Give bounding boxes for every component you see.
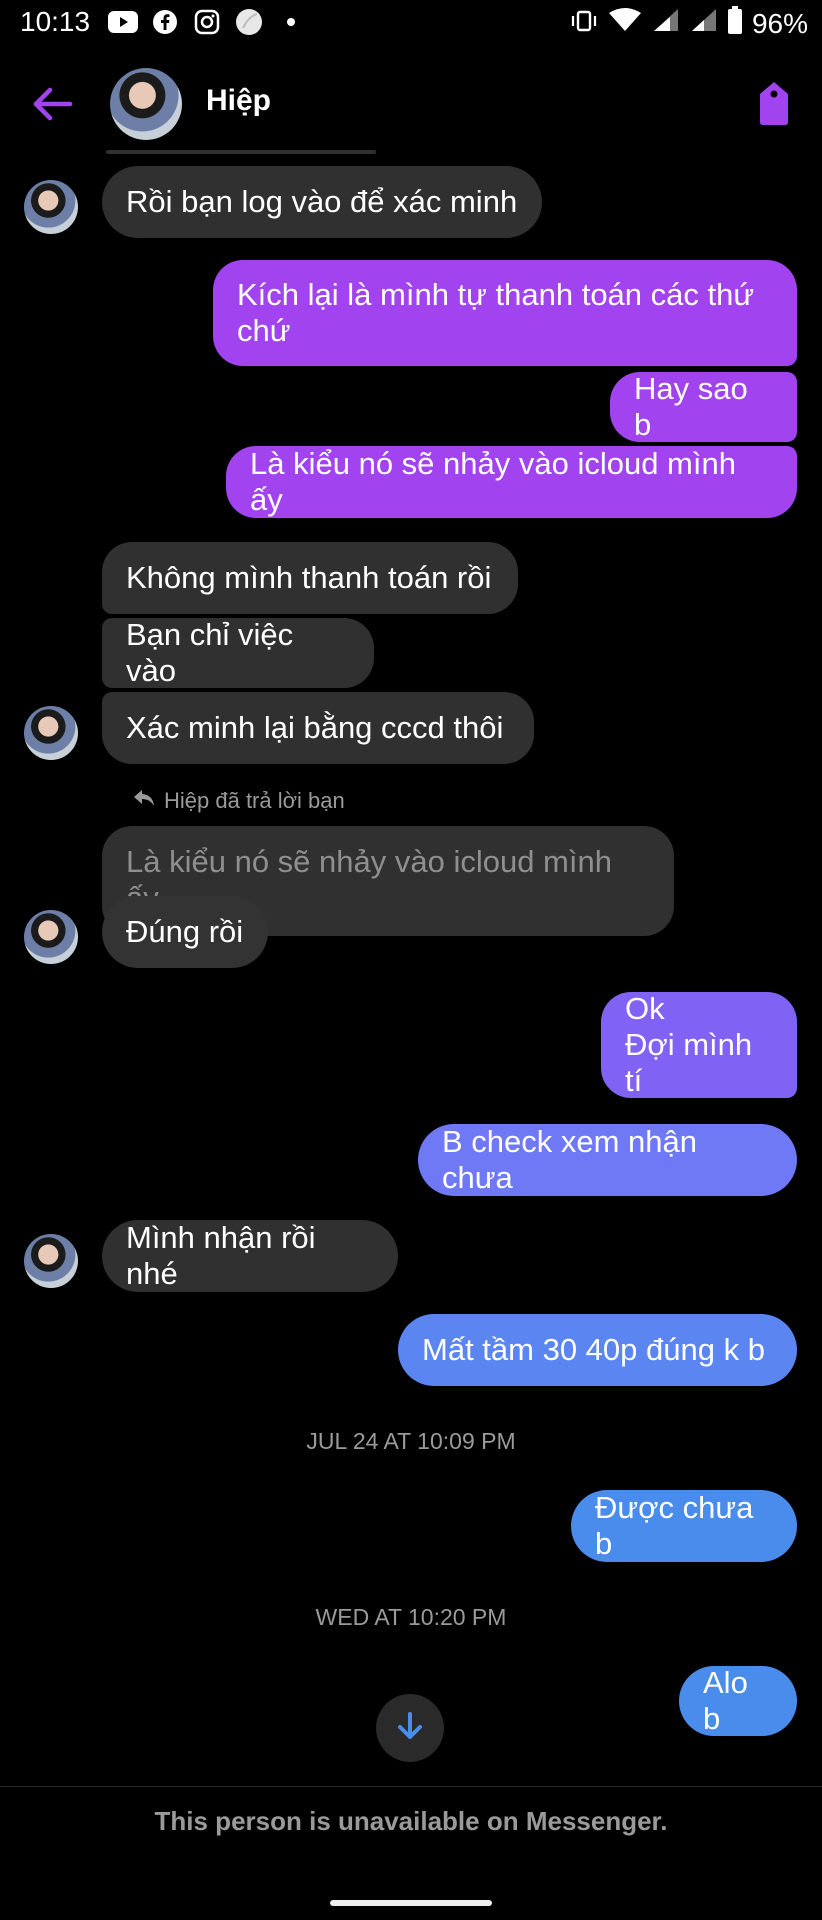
arrow-down-icon: [396, 1711, 424, 1746]
message-text: Kích lại là mình tự thanh toán các thứ c…: [237, 277, 755, 348]
wifi-icon: [608, 7, 642, 40]
message-text: Ok Đợi mình tí: [625, 991, 753, 1098]
message-bubble[interactable]: Bạn chỉ việc vào: [102, 617, 374, 688]
messenger-bubble-icon: [234, 9, 264, 35]
message-bubble[interactable]: Không mình thanh toán rồi: [102, 542, 518, 614]
notification-dot-icon: [276, 9, 306, 35]
status-bar: 10:13 96%: [0, 0, 822, 44]
message-text: Hay sao b: [634, 371, 748, 442]
footer-divider: [0, 1786, 822, 1787]
reply-label-text: Hiệp đã trả lời bạn: [164, 788, 345, 813]
back-arrow-icon[interactable]: [30, 82, 74, 126]
message-text: B check xem nhận chưa: [442, 1124, 698, 1195]
contact-avatar[interactable]: [110, 68, 182, 140]
sender-avatar[interactable]: [24, 1234, 78, 1288]
battery-icon: [727, 6, 742, 41]
message-bubble[interactable]: Alo b: [679, 1665, 797, 1736]
message-text: Xác minh lại bằng cccd thôi: [126, 710, 504, 745]
scroll-down-button[interactable]: [376, 1694, 444, 1762]
message-text: Alo b: [703, 1665, 748, 1736]
message-bubble[interactable]: Hay sao b: [610, 371, 797, 442]
partial-bubble-edge: [106, 150, 376, 154]
reply-arrow-icon: [132, 788, 156, 814]
message-bubble[interactable]: Kích lại là mình tự thanh toán các thứ c…: [213, 260, 797, 366]
message-bubble[interactable]: B check xem nhận chưa: [418, 1124, 797, 1196]
message-text: Mình nhận rồi nhé: [126, 1220, 316, 1291]
tag-icon[interactable]: [756, 80, 792, 126]
battery-percent: 96%: [751, 7, 808, 39]
message-text: Đúng rồi: [126, 914, 244, 949]
youtube-icon: [108, 9, 138, 35]
message-bubble[interactable]: Mình nhận rồi nhé: [102, 1220, 398, 1292]
reply-label: Hiệp đã trả lời bạn: [132, 788, 345, 814]
sender-avatar[interactable]: [24, 910, 78, 964]
message-bubble[interactable]: Rồi bạn log vào để xác minh: [102, 166, 542, 238]
message-text: Không mình thanh toán rồi: [126, 560, 492, 595]
status-app-icons: [108, 8, 306, 36]
unavailable-notice: This person is unavailable on Messenger.: [154, 1806, 668, 1836]
status-time: 10:13: [20, 6, 91, 37]
message-text: Là kiểu nó sẽ nhảy vào icloud mình ấy: [250, 446, 736, 517]
sender-avatar[interactable]: [24, 180, 78, 234]
vibrate-icon: [570, 8, 598, 40]
signal-icon: [652, 7, 680, 40]
facebook-icon: [150, 9, 180, 35]
chat-header: Hiệp: [0, 60, 822, 146]
message-bubble[interactable]: Mất tầm 30 40p đúng k b: [398, 1314, 797, 1386]
message-text: Rồi bạn log vào để xác minh: [126, 184, 518, 219]
home-indicator[interactable]: [330, 1900, 492, 1906]
message-text: Mất tầm 30 40p đúng k b: [422, 1332, 765, 1367]
timestamp: JUL 24 AT 10:09 PM: [306, 1428, 516, 1454]
message-bubble[interactable]: Là kiểu nó sẽ nhảy vào icloud mình ấy: [226, 446, 797, 518]
message-text: Được chưa b: [595, 1490, 754, 1561]
sender-avatar[interactable]: [24, 706, 78, 760]
message-text: Bạn chỉ việc vào: [126, 617, 294, 688]
timestamp: WED AT 10:20 PM: [315, 1604, 507, 1630]
instagram-icon: [192, 9, 222, 35]
signal-icon: [690, 7, 718, 40]
message-bubble[interactable]: Đúng rồi: [102, 896, 268, 968]
message-bubble[interactable]: Ok Đợi mình tí: [601, 991, 797, 1098]
message-bubble[interactable]: Được chưa b: [571, 1490, 797, 1562]
contact-name[interactable]: Hiệp: [206, 84, 271, 118]
status-right: 96%: [570, 6, 808, 41]
message-bubble[interactable]: Xác minh lại bằng cccd thôi: [102, 692, 534, 764]
